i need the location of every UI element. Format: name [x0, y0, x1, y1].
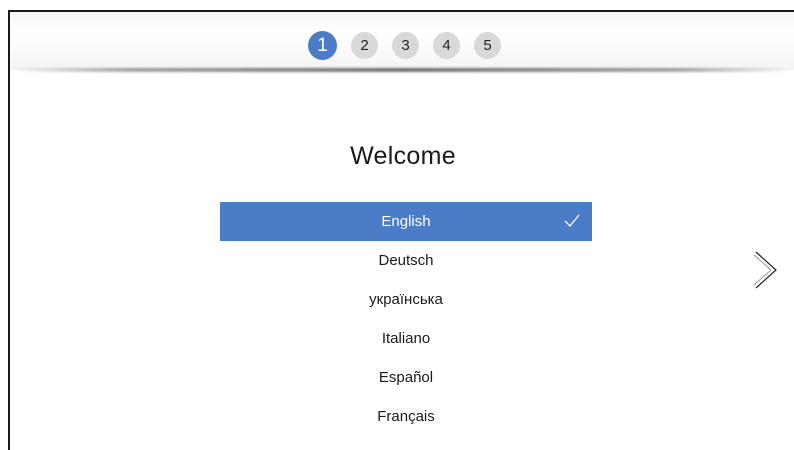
- setup-window: 1 2 3 4 5 Welcome English Deutsch україн…: [8, 10, 794, 450]
- step-1: 1: [308, 31, 337, 60]
- language-item-italiano[interactable]: Italiano: [220, 319, 592, 358]
- step-indicator: 1 2 3 4 5: [308, 31, 501, 60]
- language-label: English: [381, 213, 431, 230]
- step-3: 3: [392, 32, 419, 59]
- page-title: Welcome: [350, 142, 456, 170]
- language-label: Italiano: [381, 330, 431, 347]
- language-list[interactable]: English Deutsch українська Italiano Espa…: [220, 202, 592, 430]
- step-5: 5: [474, 32, 501, 59]
- step-2: 2: [351, 32, 378, 59]
- language-label: Français: [377, 408, 435, 425]
- stepper-divider: [10, 68, 794, 72]
- stepper-bar: 1 2 3 4 5: [10, 12, 794, 70]
- language-label: Deutsch: [378, 252, 434, 269]
- step-4: 4: [433, 32, 460, 59]
- language-item-deutsch[interactable]: Deutsch: [220, 241, 592, 280]
- check-icon: [564, 214, 580, 227]
- chevron-double-right-icon[interactable]: [752, 250, 782, 290]
- language-item-english[interactable]: English: [220, 202, 592, 241]
- language-item-ukrainian[interactable]: українська: [220, 280, 592, 319]
- language-label: українська: [369, 291, 443, 308]
- language-item-francais[interactable]: Français: [220, 397, 592, 430]
- language-item-espanol[interactable]: Español: [220, 358, 592, 397]
- language-label: Español: [378, 369, 434, 386]
